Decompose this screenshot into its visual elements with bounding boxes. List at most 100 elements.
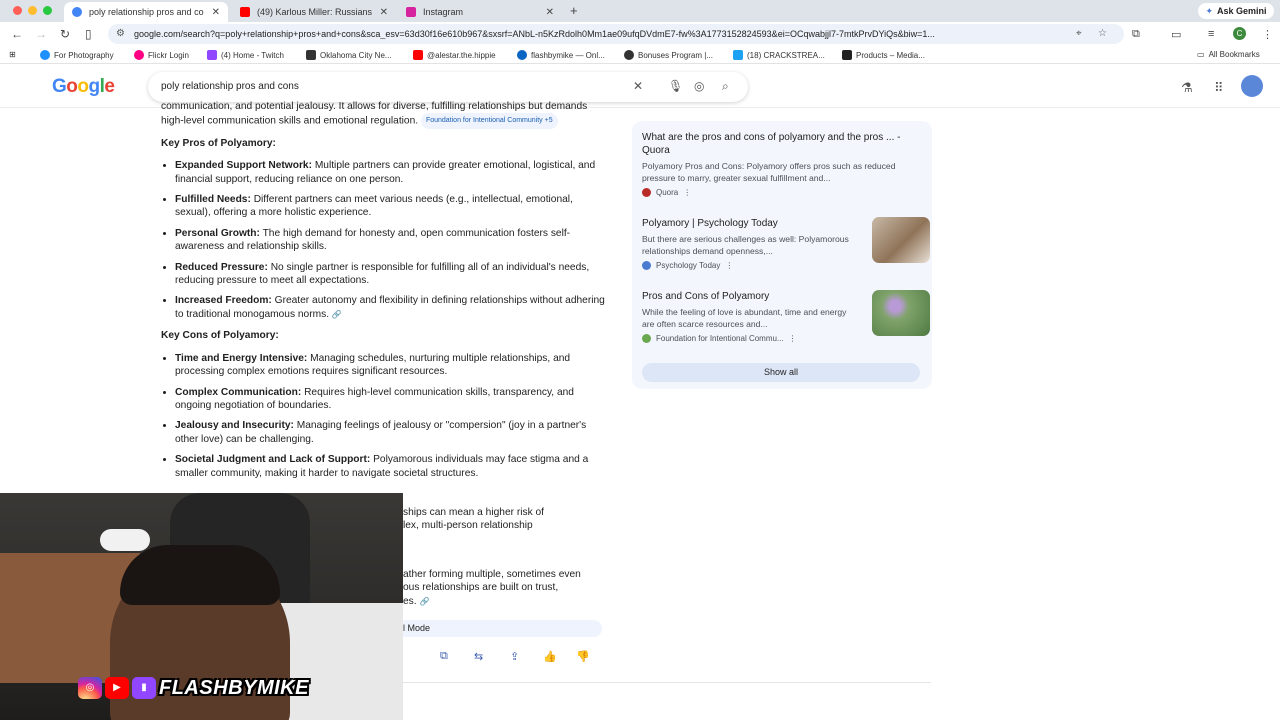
close-tab-icon[interactable]: ✕ bbox=[380, 7, 388, 18]
more-options-icon[interactable]: ⋮ bbox=[725, 261, 733, 270]
streamer-brand: ◎ ▶ ▮ FLASHBYMIKE bbox=[78, 676, 309, 700]
lens-camera-icon[interactable]: ◎ bbox=[694, 79, 704, 93]
all-bookmarks[interactable]: ▭ All Bookmarks bbox=[1197, 50, 1260, 59]
card-title[interactable]: Pros and Cons of Polyamory bbox=[642, 290, 856, 303]
youtube-icon: ▶ bbox=[105, 677, 129, 699]
list-item: Increased Freedom: Greater autonomy and … bbox=[175, 294, 611, 321]
labs-flask-icon[interactable]: ⚗ bbox=[1181, 80, 1193, 96]
tab-youtube[interactable]: (49) Karlous Miller: Russians ✕ bbox=[232, 2, 396, 22]
site-icon bbox=[306, 50, 316, 60]
more-options-icon[interactable]: ⋮ bbox=[789, 334, 797, 343]
bookmark-item[interactable]: Products – Media... bbox=[842, 50, 925, 60]
list-item: Expanded Support Network: Multiple partn… bbox=[175, 159, 611, 186]
pros-list: Expanded Support Network: Multiple partn… bbox=[161, 159, 611, 321]
minimize-window-button[interactable] bbox=[28, 6, 37, 15]
card-title[interactable]: What are the pros and cons of polyamory … bbox=[642, 131, 922, 157]
share-icon[interactable]: ⇪ bbox=[510, 650, 519, 663]
ai-overview: communication, and potential jealousy. I… bbox=[161, 100, 611, 487]
instagram-icon: ◎ bbox=[78, 677, 102, 699]
cast-icon[interactable]: ▭ bbox=[1171, 28, 1181, 41]
tab-title: Instagram bbox=[423, 7, 464, 17]
more-menu-icon[interactable]: ⋮ bbox=[1262, 28, 1273, 41]
source-card-psychology-today[interactable]: Polyamory | Psychology Today But there a… bbox=[642, 217, 930, 270]
address-bar[interactable]: ⚙ google.com/search?q=poly+relationship+… bbox=[108, 24, 1124, 44]
screen: poly relationship pros and co ✕ (49) Kar… bbox=[0, 0, 1280, 720]
new-tab-button[interactable]: + bbox=[570, 3, 578, 18]
search-input[interactable]: poly relationship pros and cons bbox=[161, 81, 299, 92]
card-thumbnail[interactable] bbox=[872, 290, 930, 336]
close-window-button[interactable] bbox=[13, 6, 22, 15]
card-title[interactable]: Polyamory | Psychology Today bbox=[642, 217, 856, 230]
ask-gemini-button[interactable]: ✦ Ask Gemini bbox=[1198, 3, 1274, 19]
bookmark-item[interactable]: For Photography bbox=[40, 50, 114, 60]
card-source: Quora ⋮ bbox=[642, 188, 922, 197]
search-icon[interactable]: ⌕ bbox=[722, 79, 729, 94]
media-controls-icon[interactable]: ≡ bbox=[1208, 28, 1214, 40]
bookmark-item[interactable]: (18) CRACKSTREA... bbox=[733, 50, 825, 60]
search-box[interactable]: poly relationship pros and cons ✕ 🎙 ◎ ⌕ bbox=[148, 72, 748, 102]
back-arrow-icon[interactable]: ← bbox=[11, 27, 23, 41]
extensions-icon[interactable]: ⧉ bbox=[1132, 28, 1140, 41]
bookmark-item[interactable]: Flickr Login bbox=[134, 50, 189, 60]
tab-instagram[interactable]: Instagram ✕ bbox=[398, 2, 562, 22]
source-card-foundation[interactable]: Pros and Cons of Polyamory While the fee… bbox=[642, 290, 930, 343]
bookmark-item[interactable]: Bonuses Program |... bbox=[624, 50, 713, 60]
list-item: Fulfilled Needs: Different partners can … bbox=[175, 193, 611, 220]
psychology-today-icon bbox=[642, 261, 651, 270]
profile-avatar[interactable]: C bbox=[1233, 27, 1246, 40]
twitch-icon bbox=[207, 50, 217, 60]
forward-arrow-icon[interactable]: → bbox=[35, 27, 47, 41]
ask-gemini-label: Ask Gemini bbox=[1217, 6, 1267, 16]
cloud-icon bbox=[40, 50, 50, 60]
reload-icon[interactable]: ↻ bbox=[60, 27, 70, 41]
link-icon[interactable]: 🔗 bbox=[332, 310, 342, 319]
source-chip[interactable]: Foundation for Intentional Community +5 bbox=[420, 113, 558, 129]
webcam-balloons bbox=[100, 529, 150, 551]
microphone-icon[interactable]: 🎙 bbox=[668, 79, 683, 93]
bookmark-star-icon[interactable]: ☆ bbox=[1098, 28, 1107, 39]
tab-title: poly relationship pros and co bbox=[89, 7, 204, 17]
show-all-button[interactable]: Show all bbox=[642, 363, 920, 382]
close-tab-icon[interactable]: ✕ bbox=[212, 7, 220, 18]
source-card-quora[interactable]: What are the pros and cons of polyamory … bbox=[642, 131, 922, 197]
google-logo[interactable]: Google bbox=[52, 76, 115, 98]
maximize-window-button[interactable] bbox=[43, 6, 52, 15]
apps-grid-icon[interactable]: ⊞ bbox=[9, 50, 16, 59]
list-item: Societal Judgment and Lack of Support: P… bbox=[175, 453, 611, 480]
close-tab-icon[interactable]: ✕ bbox=[546, 7, 554, 18]
bookmark-label: For Photography bbox=[54, 50, 114, 60]
bookmark-label: flashbymike — Onl... bbox=[531, 50, 605, 60]
gemini-sparkle-icon: ✦ bbox=[1205, 5, 1213, 16]
thumbs-down-icon[interactable]: 👎 bbox=[576, 650, 590, 663]
card-snippet: Polyamory Pros and Cons: Polyamory offer… bbox=[642, 161, 896, 183]
cons-heading: Key Cons of Polyamory: bbox=[161, 330, 279, 342]
clear-icon[interactable]: ✕ bbox=[633, 79, 643, 93]
account-avatar[interactable] bbox=[1241, 75, 1263, 97]
cons-list: Time and Energy Intensive: Managing sche… bbox=[161, 352, 611, 480]
list-item: Reduced Pressure: No single partner is r… bbox=[175, 261, 611, 288]
link-icon[interactable]: 🔗 bbox=[419, 597, 429, 606]
more-options-icon[interactable]: ⋮ bbox=[683, 188, 691, 197]
tab-google-search[interactable]: poly relationship pros and co ✕ bbox=[64, 2, 228, 22]
card-thumbnail[interactable] bbox=[872, 217, 930, 263]
google-favicon-icon bbox=[72, 7, 82, 17]
side-panel-icon[interactable]: ▯ bbox=[85, 27, 92, 41]
share-sources-icon[interactable]: ⇆ bbox=[474, 650, 483, 663]
list-item: Jealousy and Insecurity: Managing feelin… bbox=[175, 419, 611, 446]
copy-icon[interactable]: ⧉ bbox=[440, 650, 448, 663]
foundation-icon bbox=[642, 334, 651, 343]
site-info-icon[interactable]: ⚙ bbox=[116, 28, 125, 39]
folder-icon: ▭ bbox=[1197, 50, 1205, 59]
bookmark-label: Flickr Login bbox=[148, 50, 189, 60]
location-icon[interactable]: ⌖ bbox=[1076, 28, 1082, 39]
thumbs-up-icon[interactable]: 👍 bbox=[543, 650, 557, 663]
site-icon bbox=[517, 50, 527, 60]
list-item: Time and Energy Intensive: Managing sche… bbox=[175, 352, 611, 379]
partial-text-2: ather forming multiple, sometimes even o… bbox=[403, 569, 581, 607]
google-apps-icon[interactable]: ⠿ bbox=[1214, 80, 1224, 96]
url-text: google.com/search?q=poly+relationship+pr… bbox=[134, 29, 935, 39]
bookmark-item[interactable]: @alestar.the.hippie bbox=[413, 50, 496, 60]
bookmark-item[interactable]: (4) Home - Twitch bbox=[207, 50, 284, 60]
bookmark-item[interactable]: flashbymike — Onl... bbox=[517, 50, 605, 60]
bookmark-item[interactable]: Oklahoma City Ne... bbox=[306, 50, 392, 60]
